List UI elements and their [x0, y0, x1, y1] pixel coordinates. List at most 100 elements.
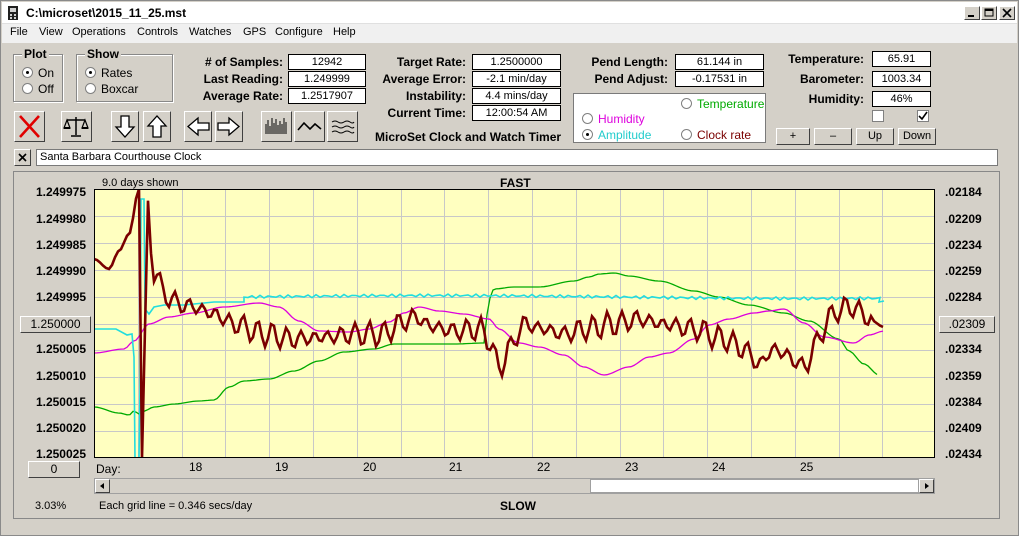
grid-note-label: Each grid line = 0.346 secs/day: [99, 500, 253, 512]
left-tick-label: 1.250020: [35, 421, 86, 435]
window-title: C:\microset\2015_11_25.mst: [26, 6, 187, 20]
right-tick-label: .02359: [945, 369, 982, 383]
radio-icon: [85, 83, 96, 94]
left-tick-label: 1.250025: [35, 447, 86, 461]
scale-down-button[interactable]: Down: [898, 128, 936, 145]
left-center-value-button[interactable]: 1.250000: [20, 316, 91, 333]
left-tick-label: 1.249995: [35, 290, 86, 304]
days-shown-label: 9.0 days shown: [102, 177, 179, 189]
scale-minus-button[interactable]: –: [814, 128, 852, 145]
barometer-label: Barometer:: [799, 72, 864, 86]
graph-background: [94, 189, 935, 458]
right-tick-label: .02334: [945, 342, 982, 356]
left-tick-label: 1.249975: [35, 185, 86, 199]
arrow-up-icon: [146, 115, 168, 138]
offset-value-button[interactable]: 0: [28, 461, 80, 478]
horizontal-scrollbar[interactable]: [94, 478, 935, 494]
balance-scale-icon: [63, 117, 89, 137]
menu-controls[interactable]: Controls: [137, 26, 178, 38]
humidity-value: 46%: [872, 91, 931, 107]
checkbox-2[interactable]: [917, 110, 929, 122]
radio-icon: [582, 113, 593, 124]
plot-group-title: Plot: [22, 47, 49, 61]
close-icon: [18, 153, 27, 162]
show-rates-radio[interactable]: Rates: [85, 66, 132, 80]
show-boxcar-label: Boxcar: [101, 82, 139, 96]
menu-bar: File View Operations Controls Watches GP…: [2, 24, 1017, 43]
show-boxcar-radio[interactable]: Boxcar: [85, 82, 138, 96]
menu-gps[interactable]: GPS: [243, 26, 266, 38]
radio-selected-icon: [85, 67, 96, 78]
title-bar: C:\microset\2015_11_25.mst: [2, 2, 1017, 24]
minimize-button[interactable]: [964, 6, 980, 20]
show-group-title: Show: [85, 47, 121, 61]
option-humidity-radio[interactable]: Humidity: [582, 112, 645, 126]
slow-label: SLOW: [500, 499, 536, 513]
plot-on-label: On: [38, 66, 55, 80]
maximize-button[interactable]: [981, 6, 997, 20]
instability-value: 4.4 mins/day: [472, 88, 561, 104]
scroll-left-button[interactable]: [95, 479, 110, 493]
menu-operations[interactable]: Operations: [72, 26, 126, 38]
right-tick-label: .02409: [945, 421, 982, 435]
bars-view-button[interactable]: [261, 111, 292, 142]
radio-icon: [22, 83, 33, 94]
scroll-track[interactable]: [110, 479, 590, 493]
option-temperature-radio[interactable]: Temperature: [681, 97, 764, 111]
radio-icon: [681, 129, 692, 140]
menu-view[interactable]: View: [39, 26, 63, 38]
smooth-view-button[interactable]: [327, 111, 358, 142]
triangle-left-icon: [100, 483, 104, 489]
day-tick-label: 25: [800, 460, 814, 474]
menu-file[interactable]: File: [10, 26, 28, 38]
right-tick-label: .02209: [945, 212, 982, 226]
plot-off-radio[interactable]: Off: [22, 82, 54, 96]
checkbox-1[interactable]: [872, 110, 884, 122]
maximize-icon: [984, 8, 994, 17]
pend-length-label: Pend Length:: [591, 55, 668, 69]
left-tick-label: 1.250015: [35, 395, 86, 409]
clock-name-field[interactable]: Santa Barbara Courthouse Clock: [36, 149, 998, 166]
menu-watches[interactable]: Watches: [189, 26, 231, 38]
pend-adjust-label: Pend Adjust:: [594, 72, 668, 86]
left-tick-label: 1.249980: [35, 212, 86, 226]
menu-help[interactable]: Help: [333, 26, 356, 38]
percent-label: 3.03%: [35, 500, 67, 512]
arrow-right-icon: [217, 116, 241, 137]
target-rate-value: 1.2500000: [472, 54, 561, 70]
right-tick-label: .02384: [945, 395, 982, 409]
app-caption: MicroSet Clock and Watch Timer: [375, 130, 562, 144]
right-center-value-button[interactable]: .02309: [939, 316, 995, 333]
day-tick-label: 22: [537, 460, 551, 474]
left-tick-label: 1.249990: [35, 264, 86, 278]
left-arrow-button[interactable]: [184, 111, 212, 142]
app-window: C:\microset\2015_11_25.mst File View Ope…: [0, 0, 1019, 536]
minimize-icon: [968, 15, 974, 17]
close-window-button[interactable]: [999, 6, 1015, 20]
stop-button[interactable]: [14, 111, 45, 142]
right-axis-options: Temperature Humidity Amplitude Clock rat…: [573, 93, 766, 143]
humidity-label: Humidity:: [808, 92, 864, 106]
down-arrow-button[interactable]: [111, 111, 139, 142]
scroll-right-button[interactable]: [919, 479, 934, 493]
scale-plus-button[interactable]: +: [776, 128, 810, 145]
left-tick-label: 1.250010: [35, 369, 86, 383]
arrow-left-icon: [186, 116, 210, 137]
fast-label: FAST: [500, 176, 531, 190]
right-arrow-button[interactable]: [215, 111, 243, 142]
right-tick-label: .02284: [945, 290, 982, 304]
triangle-right-icon: [925, 483, 929, 489]
scroll-thumb[interactable]: [590, 479, 919, 493]
menu-configure[interactable]: Configure: [275, 26, 323, 38]
up-arrow-button[interactable]: [143, 111, 171, 142]
bar-graph-icon: [265, 118, 287, 134]
option-clock-rate-radio[interactable]: Clock rate: [681, 128, 751, 142]
option-amplitude-radio[interactable]: Amplitude: [582, 128, 651, 142]
balance-button[interactable]: [61, 111, 92, 142]
arrow-down-icon: [114, 115, 136, 138]
option-amplitude-label: Amplitude: [598, 128, 652, 142]
plot-on-radio[interactable]: On: [22, 66, 54, 80]
clear-name-button[interactable]: [14, 149, 31, 166]
line-view-button[interactable]: [294, 111, 325, 142]
scale-up-button[interactable]: Up: [856, 128, 894, 145]
